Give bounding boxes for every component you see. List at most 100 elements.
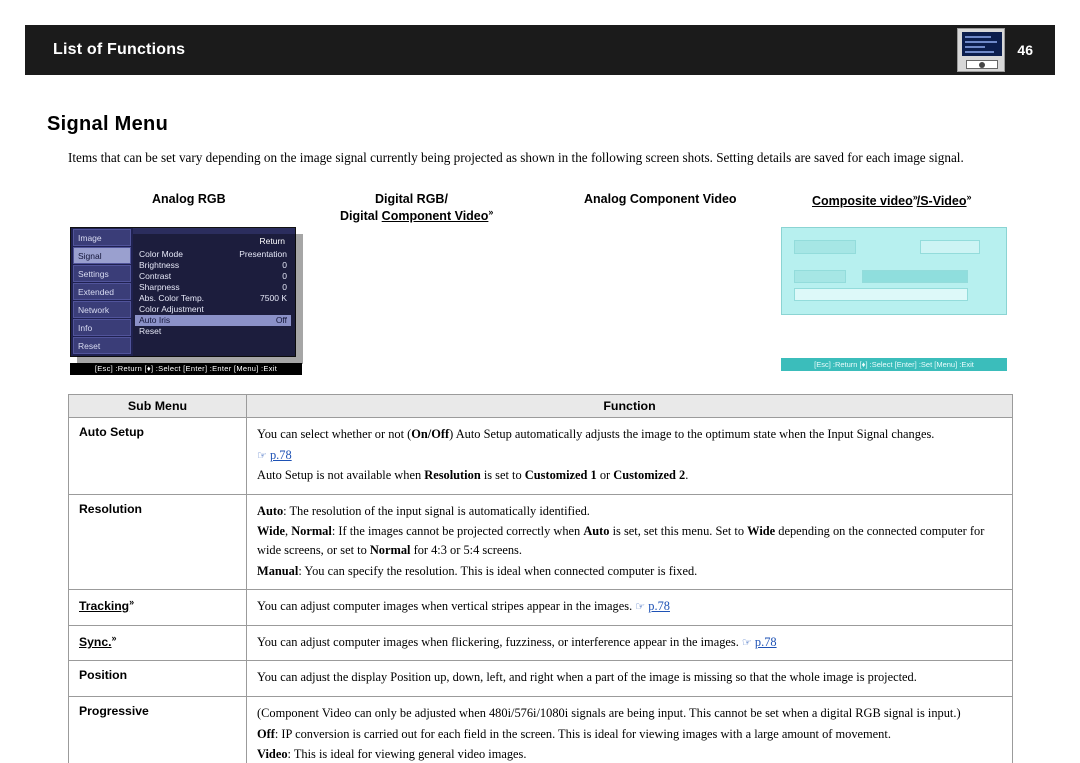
- table-row: Resolution Auto: The resolution of the i…: [68, 493, 1013, 591]
- table-row: Auto Setup You can select whether or not…: [68, 417, 1013, 495]
- osd-row-value: 0: [282, 271, 287, 281]
- function-line: (Component Video can only be adjusted wh…: [257, 706, 961, 721]
- function-line: You can adjust the display Position up, …: [257, 670, 917, 685]
- osd-row-value: 7500 K: [260, 293, 287, 303]
- sub-menu-progressive: Progressive: [68, 696, 247, 763]
- osd-row-value: Off: [275, 315, 287, 325]
- osd-row: Sharpness 0: [135, 282, 291, 293]
- osd-screenshot-composite-video: [781, 227, 1007, 315]
- function-line: Auto: The resolution of the input signal…: [257, 503, 590, 518]
- sub-menu-auto-setup: Auto Setup: [68, 417, 247, 495]
- label-digital-rgb: Digital RGB/: [375, 192, 448, 206]
- function-line: Wide, Normal: If the images cannot be pr…: [257, 524, 985, 558]
- superscript-marker-icon: »: [488, 207, 493, 217]
- label-composite-video: Composite video»/S-Video»: [812, 192, 972, 209]
- function-line: You can adjust computer images when vert…: [257, 597, 1004, 616]
- label-digital-component-video: Digital Component Video»: [340, 207, 493, 224]
- function-line: Video: This is ideal for viewing general…: [257, 747, 527, 762]
- osd-row: Abs. Color Temp. 7500 K: [135, 293, 291, 304]
- osd-row: Color Adjustment: [135, 304, 291, 315]
- function-resolution: Auto: The resolution of the input signal…: [246, 493, 1013, 591]
- osd-row-value: Presentation: [239, 249, 287, 259]
- page-reference-link[interactable]: p.78: [270, 448, 292, 462]
- superscript-marker-icon: »: [966, 192, 972, 202]
- function-text: You can adjust computer images when flic…: [257, 634, 739, 649]
- section-intro: Items that can be set vary depending on …: [68, 150, 964, 165]
- sub-menu-tracking: Tracking»: [68, 589, 247, 626]
- function-line: You can adjust computer images when flic…: [257, 633, 1004, 652]
- osd2-bar: [920, 240, 980, 254]
- osd-menu-column: Image Signal Settings Extended Network I…: [71, 228, 133, 356]
- osd-row-name: Contrast: [139, 271, 172, 281]
- page-reference-link[interactable]: p.78: [755, 635, 777, 649]
- document-page: List of Functions 46 Signal Menu Items t…: [0, 0, 1080, 763]
- osd-detail-column: Return Color Mode Presentation Brightnes…: [135, 236, 291, 352]
- function-auto-setup: You can select whether or not (On/Off) A…: [246, 417, 1013, 495]
- osd-screenshot-analog-rgb: Image Signal Settings Extended Network I…: [70, 227, 303, 364]
- sub-menu-tracking-label: Tracking: [79, 599, 130, 614]
- superscript-marker-icon: »: [111, 632, 117, 643]
- osd-row: Reset: [135, 326, 291, 337]
- page-header: List of Functions 46: [25, 25, 1055, 75]
- label-s-video-text: /S-Video: [916, 194, 967, 209]
- projector-screen-shape: [962, 32, 1003, 56]
- osd-row-name: Color Mode: [139, 249, 183, 259]
- osd-row-selected: Auto Iris Off: [135, 315, 291, 326]
- label-analog-component-video: Analog Component Video: [584, 192, 737, 206]
- projector-icon: [957, 28, 1006, 72]
- osd-menu-item-extended: Extended: [73, 283, 131, 300]
- functions-table: Sub Menu Function Auto Setup You can sel…: [68, 394, 1013, 763]
- pointer-icon: ☞: [635, 601, 646, 614]
- page-title: List of Functions: [53, 41, 186, 58]
- osd-footer-right: [Esc] :Return [♦] :Select [Enter] :Set […: [781, 358, 1007, 371]
- osd-row-name: Color Adjustment: [139, 304, 204, 314]
- osd2-bar: [794, 240, 856, 254]
- header-right: 46: [957, 25, 1055, 75]
- column-header-function: Function: [246, 394, 1013, 418]
- function-tracking: You can adjust computer images when vert…: [246, 589, 1013, 626]
- table-header-row: Sub Menu Function: [68, 394, 1013, 418]
- label-digital-component-video-text: Digital Component Video: [340, 209, 489, 224]
- sub-menu-sync: Sync.»: [68, 624, 247, 662]
- table-row: Sync.» You can adjust computer images wh…: [68, 624, 1013, 662]
- osd-row: Brightness 0: [135, 260, 291, 271]
- osd-menu-item-info: Info: [73, 319, 131, 336]
- function-line: Manual: You can specify the resolution. …: [257, 563, 698, 578]
- pointer-icon: ☞: [741, 636, 752, 649]
- osd-row-name: Sharpness: [139, 282, 180, 292]
- function-line: Off: IP conversion is carried out for ea…: [257, 726, 891, 741]
- function-position: You can adjust the display Position up, …: [246, 660, 1013, 698]
- function-line-reference: ☞ p.78: [257, 446, 1004, 465]
- osd-menu-item-image: Image: [73, 229, 131, 246]
- page-number: 46: [1017, 42, 1033, 58]
- osd-row-name: Auto Iris: [139, 315, 171, 325]
- section-title: Signal Menu: [47, 113, 169, 135]
- osd-row-value: 0: [282, 282, 287, 292]
- osd-row: Color Mode Presentation: [135, 249, 291, 260]
- osd-menu-item-signal: Signal: [73, 247, 131, 264]
- osd2-bar-selected: [862, 270, 968, 283]
- sub-menu-position: Position: [68, 660, 247, 698]
- osd-row-name: Brightness: [139, 260, 180, 270]
- function-sync: You can adjust computer images when flic…: [246, 624, 1013, 662]
- osd-menu-item-network: Network: [73, 301, 131, 318]
- osd-row-name: Abs. Color Temp.: [139, 293, 205, 303]
- osd2-bar: [794, 270, 846, 283]
- function-text: You can adjust computer images when vert…: [257, 599, 633, 614]
- label-composite-video-text: Composite video: [812, 194, 913, 209]
- osd-footer-left: [Esc] :Return [♦] :Select [Enter] :Enter…: [70, 363, 302, 375]
- osd-menu-item-settings: Settings: [73, 265, 131, 282]
- osd-return-label: Return: [259, 236, 285, 246]
- pointer-icon: ☞: [257, 449, 267, 462]
- osd-row-name: Reset: [139, 326, 162, 336]
- function-progressive: (Component Video can only be adjusted wh…: [246, 696, 1013, 763]
- superscript-marker-icon: »: [129, 597, 134, 608]
- label-analog-rgb: Analog RGB: [152, 192, 226, 206]
- column-header-sub-menu: Sub Menu: [68, 394, 247, 418]
- osd-row: Contrast 0: [135, 271, 291, 282]
- sub-menu-sync-label: Sync.: [79, 634, 112, 649]
- sub-menu-resolution: Resolution: [68, 493, 247, 591]
- osd2-bar: [794, 288, 968, 301]
- page-reference-link[interactable]: p.78: [648, 599, 670, 613]
- osd-menu-item-reset: Reset: [73, 337, 131, 354]
